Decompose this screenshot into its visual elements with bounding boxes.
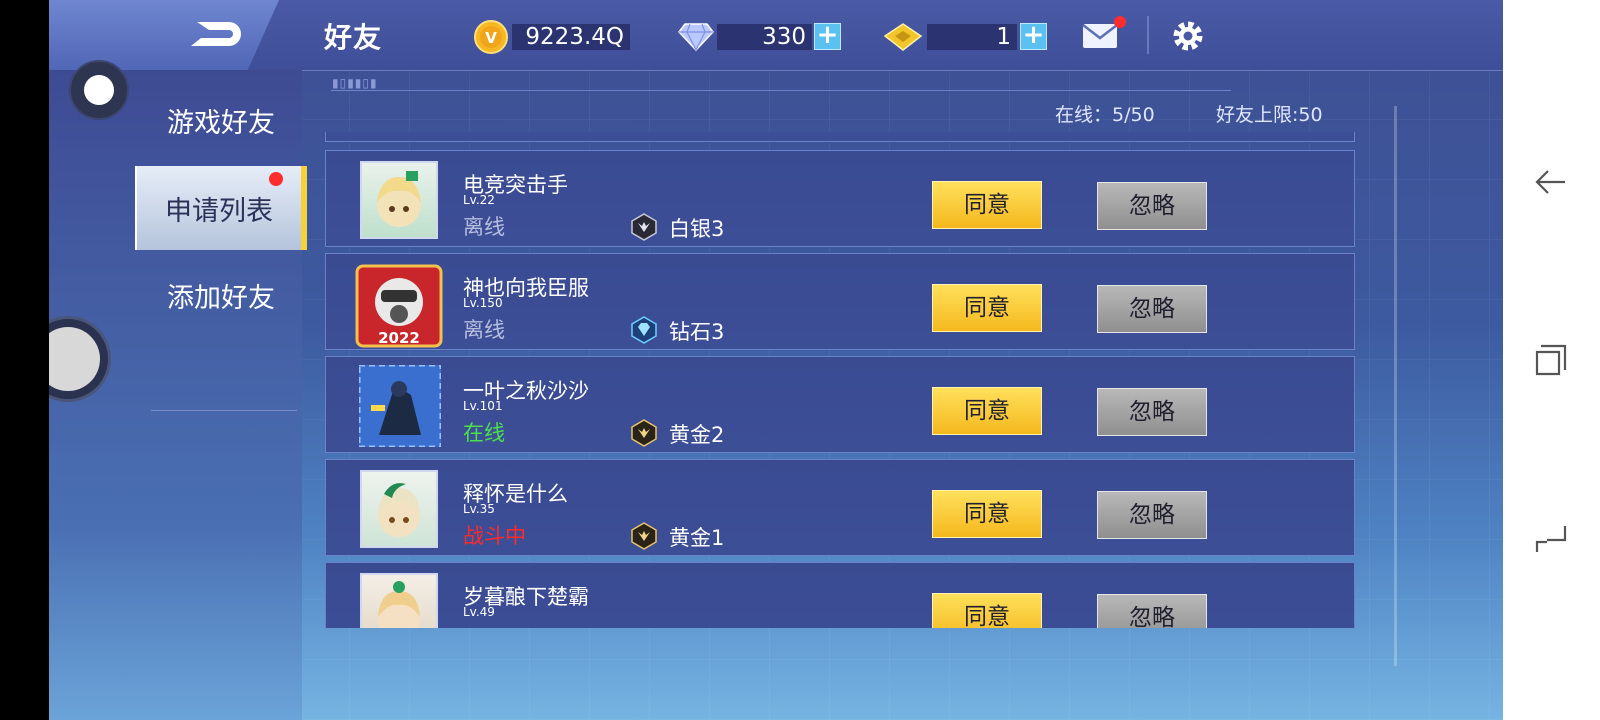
avatar bbox=[360, 161, 438, 239]
gold-coin-icon: V bbox=[474, 20, 508, 54]
list-item: 电竞突击手 Lv.22 离线 白银3 同意 忽略 bbox=[325, 150, 1355, 247]
back-arrow-icon bbox=[191, 22, 241, 46]
avatar: 2022 bbox=[353, 262, 445, 350]
friend-rank: 黄金2 bbox=[669, 423, 725, 447]
avatar-icon bbox=[357, 363, 443, 449]
back-button[interactable] bbox=[49, 0, 279, 72]
friend-rank: 白银3 bbox=[669, 217, 725, 241]
add-tickets-button[interactable]: + bbox=[1020, 22, 1047, 50]
ignore-button[interactable]: 忽略 bbox=[1097, 491, 1207, 539]
list-item bbox=[325, 132, 1355, 142]
gear-icon[interactable] bbox=[1171, 19, 1205, 53]
agree-button[interactable]: 同意 bbox=[932, 387, 1042, 435]
friend-level: Lv.22 bbox=[463, 193, 495, 207]
list-item: 2022 神也向我臣服 Lv.150 离线 钻石3 同意 忽略 bbox=[325, 253, 1355, 350]
sidebar-item-label: 游戏好友 bbox=[167, 107, 275, 139]
agree-button[interactable]: 同意 bbox=[932, 284, 1042, 332]
request-list[interactable]: 电竞突击手 Lv.22 离线 白银3 同意 忽略 2022 神也向我臣服 Lv.… bbox=[325, 132, 1365, 628]
recent-apps-icon[interactable] bbox=[1533, 342, 1569, 378]
notification-dot bbox=[269, 172, 283, 186]
avatar-icon bbox=[378, 581, 420, 628]
sidebar-item-label: 申请列表 bbox=[165, 195, 273, 227]
list-item: 释怀是什么 Lv.35 战斗中 黄金1 同意 忽略 bbox=[325, 459, 1355, 556]
top-bar: 好友 V 9223.4Q 330 + 1 + bbox=[49, 0, 1503, 72]
ignore-button[interactable]: 忽略 bbox=[1097, 285, 1207, 333]
diamond-currency: 330 + bbox=[677, 18, 847, 52]
list-item: 岁暮酿下楚霸 Lv.49 同意 忽略 bbox=[325, 562, 1355, 628]
mail-notification-dot bbox=[1114, 16, 1126, 28]
friend-status: 战斗中 bbox=[463, 524, 526, 548]
ignore-button[interactable]: 忽略 bbox=[1097, 388, 1207, 436]
avatar bbox=[360, 470, 438, 548]
svg-text:V: V bbox=[485, 29, 497, 47]
ignore-button[interactable]: 忽略 bbox=[1097, 594, 1207, 628]
list-item: 一叶之秋沙沙 Lv.101 在线 黄金2 同意 忽略 bbox=[325, 356, 1355, 453]
friend-level: Lv.150 bbox=[463, 296, 503, 310]
decorative-barcode: ▮▯▮▮▯▮ bbox=[332, 76, 378, 90]
diamond-icon bbox=[678, 23, 714, 52]
avatar bbox=[360, 573, 438, 628]
ticket-amount: 1 bbox=[927, 24, 1017, 50]
sidebar-item-request-list[interactable]: 申请列表 bbox=[135, 166, 307, 250]
scrollbar[interactable] bbox=[1394, 106, 1397, 666]
home-icon[interactable] bbox=[1533, 520, 1569, 556]
friend-rank: 钻石3 bbox=[669, 320, 725, 344]
avatar-icon: 2022 bbox=[355, 264, 443, 348]
ticket-currency: 1 + bbox=[881, 18, 1051, 52]
sidebar-item-label: 添加好友 bbox=[167, 282, 275, 314]
gold-amount: 9223.4Q bbox=[512, 24, 630, 50]
friend-level: Lv.49 bbox=[463, 605, 495, 619]
system-navigation-bar bbox=[1503, 0, 1600, 720]
agree-button[interactable]: 同意 bbox=[932, 593, 1042, 628]
rank-diamond-icon bbox=[631, 316, 657, 344]
diamond-amount: 330 bbox=[717, 24, 812, 50]
ignore-button[interactable]: 忽略 bbox=[1097, 182, 1207, 230]
rank-gold-icon bbox=[631, 522, 657, 550]
rank-gold-icon bbox=[631, 419, 657, 447]
agree-button[interactable]: 同意 bbox=[932, 490, 1042, 538]
friend-level: Lv.101 bbox=[463, 399, 503, 413]
friend-limit: 好友上限:50 bbox=[1216, 104, 1323, 126]
add-diamonds-button[interactable]: + bbox=[814, 22, 841, 50]
avatar-icon bbox=[377, 171, 421, 227]
ticket-icon bbox=[883, 23, 923, 51]
friend-rank: 黄金1 bbox=[669, 526, 725, 550]
avatar bbox=[357, 363, 443, 449]
friend-status: 在线 bbox=[463, 421, 505, 445]
divider bbox=[1147, 16, 1149, 54]
divider bbox=[151, 410, 297, 411]
friend-status: 离线 bbox=[463, 318, 505, 342]
rank-silver-icon bbox=[631, 213, 657, 241]
sidebar-item-add-friend[interactable]: 添加好友 bbox=[135, 253, 307, 337]
online-count: 在线：5/50 bbox=[1055, 104, 1155, 126]
svg-text:2022: 2022 bbox=[378, 329, 420, 347]
page-title: 好友 bbox=[324, 21, 383, 54]
sidebar-item-game-friends[interactable]: 游戏好友 bbox=[135, 78, 307, 162]
floating-assist-button[interactable] bbox=[69, 60, 129, 120]
game-screen: 好友 V 9223.4Q 330 + 1 + 游戏好友 申请列表 添加好友 ▮▯… bbox=[49, 0, 1503, 720]
avatar-icon bbox=[378, 483, 420, 537]
friend-status: 离线 bbox=[463, 215, 505, 239]
back-icon[interactable] bbox=[1533, 164, 1569, 200]
gold-currency: V 9223.4Q bbox=[474, 18, 654, 54]
friend-level: Lv.35 bbox=[463, 502, 495, 516]
panel-divider bbox=[331, 90, 1231, 91]
agree-button[interactable]: 同意 bbox=[932, 181, 1042, 229]
